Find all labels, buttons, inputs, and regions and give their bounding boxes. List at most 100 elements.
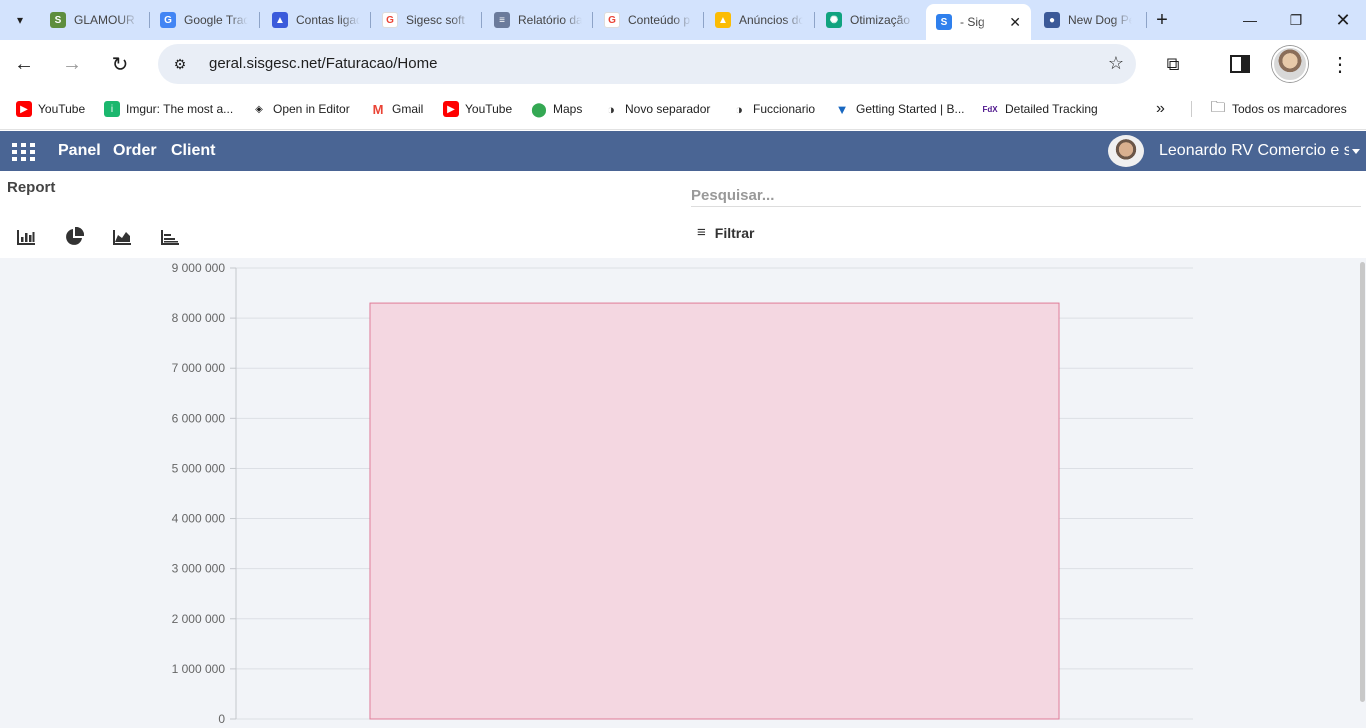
bookmark-label: Getting Started | B... (856, 102, 965, 116)
area-chart-icon (113, 230, 131, 245)
apps-grid-icon[interactable] (12, 143, 35, 161)
codepen-icon: ◈ (255, 103, 263, 115)
tab-title: Anúncios do (739, 13, 803, 27)
y-tick-label: 0 (218, 712, 225, 726)
bookmark-item[interactable]: M Gmail (370, 100, 424, 118)
forward-button[interactable]: → (56, 48, 88, 80)
stacked-chart-view-button[interactable] (158, 226, 182, 248)
bookmark-label: YouTube (465, 102, 513, 116)
browser-tab[interactable]: S GLAMOUR (40, 4, 150, 36)
tab-title: Conteúdo p (628, 13, 691, 27)
close-tab-icon[interactable]: ✕ (1009, 14, 1021, 31)
y-tick-label: 8 000 000 (172, 311, 226, 325)
y-tick-label: 9 000 000 (172, 261, 226, 275)
nav-client[interactable]: Client (171, 142, 215, 160)
bookmark-star-icon[interactable]: ☆ (1108, 53, 1124, 74)
all-bookmarks-button[interactable]: 🗀 Todos os marcadores (1210, 99, 1346, 118)
youtube-icon: ▶ (16, 101, 32, 117)
bookmarks-divider (1191, 101, 1192, 117)
bookmark-label: Open in Editor (273, 102, 350, 116)
bar-chart: 0 1 000 000 2 000 000 3 000 000 4 000 000 5 0… (172, 261, 1193, 726)
bookmark-item[interactable]: i Imgur: The most a... (104, 100, 233, 118)
bookmark-item[interactable]: ◑ Fuccionario (731, 100, 815, 118)
bookmark-item[interactable]: ⬤ Maps (531, 100, 582, 118)
user-avatar[interactable] (1108, 135, 1144, 167)
bookmark-label: Fuccionario (753, 102, 816, 116)
back-button[interactable]: ← (8, 48, 40, 80)
bookmark-item[interactable]: ▶ YouTube (16, 100, 85, 118)
extensions-icon[interactable]: ⧉ (1159, 50, 1187, 78)
new-tab-button[interactable]: + (1150, 8, 1174, 32)
report-icon: ≡ (494, 12, 510, 28)
area-chart-view-button[interactable] (110, 226, 134, 248)
translate-icon: G (160, 12, 176, 28)
chart-container: 0 1 000 000 2 000 000 3 000 000 4 000 000 5 0… (0, 258, 1366, 728)
user-menu-name[interactable]: Leonardo RV Comercio e serviços (1159, 142, 1349, 160)
browser-tab[interactable]: G Google Trad (150, 4, 260, 36)
more-menu-icon[interactable]: ⋮ (1326, 50, 1354, 78)
ads-manager-icon: ▲ (272, 12, 288, 28)
bookmark-item[interactable]: ◈ Open in Editor (251, 100, 350, 118)
github-icon: ◑ (607, 101, 615, 117)
bar-chart-view-button[interactable] (14, 226, 38, 248)
arrow-left-icon: ← (14, 52, 34, 75)
browser-tab[interactable]: ● New Dog Pe (1034, 4, 1144, 36)
nav-order[interactable]: Order (113, 142, 157, 160)
url-text[interactable]: geral.sisgesc.net/Faturacao/Home (209, 55, 437, 72)
filter-button[interactable]: ≡ Filtrar (697, 224, 754, 241)
profile-avatar[interactable] (1272, 46, 1308, 82)
tab-divider (703, 12, 704, 28)
chart-bar (369, 302, 1060, 720)
pie-chart-view-button[interactable] (62, 226, 86, 248)
more-bookmarks-button[interactable]: » (1156, 100, 1165, 118)
gmail-icon: M (372, 101, 384, 117)
tab-search-button[interactable]: ▾ (6, 6, 34, 34)
chevron-down-icon: ▾ (16, 13, 24, 27)
tab-title: - Sig (960, 15, 985, 29)
browser-tab[interactable]: ▲ Anúncios do (705, 4, 815, 36)
browser-tab[interactable]: ✺ Otimização (816, 4, 926, 36)
caret-down-icon[interactable] (1352, 149, 1360, 154)
bookmark-item[interactable]: ▶ YouTube (443, 100, 512, 118)
openai-icon: ✺ (826, 12, 842, 28)
browser-tab-active[interactable]: S - Sig ✕ (926, 4, 1031, 40)
maps-icon: ⬤ (531, 100, 547, 117)
pie-chart-icon (66, 227, 84, 245)
tab-title: Contas ligad (296, 13, 360, 27)
y-tick-label: 1 000 000 (172, 662, 226, 676)
browser-tab-strip: ▾ S GLAMOUR G Google Trad ▲ Contas ligad… (0, 0, 1366, 40)
bookmark-item[interactable]: FdX Detailed Tracking (981, 100, 1097, 118)
bookmark-label: Gmail (392, 102, 424, 116)
search-input[interactable] (691, 185, 1361, 207)
tab-title: Sigesc soft (406, 13, 465, 27)
shopify-icon: S (50, 12, 66, 28)
double-chevron-right-icon: » (1156, 100, 1165, 117)
y-tick-label: 7 000 000 (172, 361, 226, 375)
plus-icon: + (1156, 8, 1168, 31)
site-info-icon[interactable]: ⚙ (170, 54, 190, 74)
y-tick-label: 6 000 000 (172, 411, 226, 425)
tab-title: New Dog Pe (1068, 13, 1132, 27)
imgur-icon: i (104, 101, 120, 117)
close-window-button[interactable]: ✕ (1331, 8, 1355, 32)
browser-tab[interactable]: ≡ Relatório da (484, 4, 594, 36)
page-title: Report (7, 179, 56, 196)
browser-tab[interactable]: ▲ Contas ligad (262, 4, 372, 36)
browser-tab[interactable]: G Conteúdo p (594, 4, 704, 36)
google-icon: G (604, 12, 620, 28)
minimize-button[interactable]: — (1238, 8, 1262, 32)
address-bar[interactable]: ⚙ geral.sisgesc.net/Faturacao/Home ☆ (158, 44, 1136, 84)
vertical-scrollbar[interactable] (1360, 262, 1365, 702)
reload-button[interactable]: ↻ (104, 48, 136, 80)
y-tick-label: 3 000 000 (172, 562, 226, 576)
y-tick-label: 4 000 000 (172, 512, 226, 526)
bookmark-item[interactable]: ▼ Getting Started | B... (834, 100, 965, 118)
browser-tab[interactable]: G Sigesc soft (372, 4, 482, 36)
control-panel: Report ≡ Filtrar (0, 171, 1366, 258)
nav-panel[interactable]: Panel (58, 142, 101, 160)
minimize-icon: — (1243, 12, 1257, 28)
side-panel-icon[interactable] (1226, 50, 1254, 78)
restore-button[interactable]: ❐ (1284, 8, 1308, 32)
browser-toolbar: ← → ↻ ⚙ geral.sisgesc.net/Faturacao/Home… (0, 40, 1366, 88)
bookmark-item[interactable]: ◑ Novo separador (603, 100, 710, 118)
